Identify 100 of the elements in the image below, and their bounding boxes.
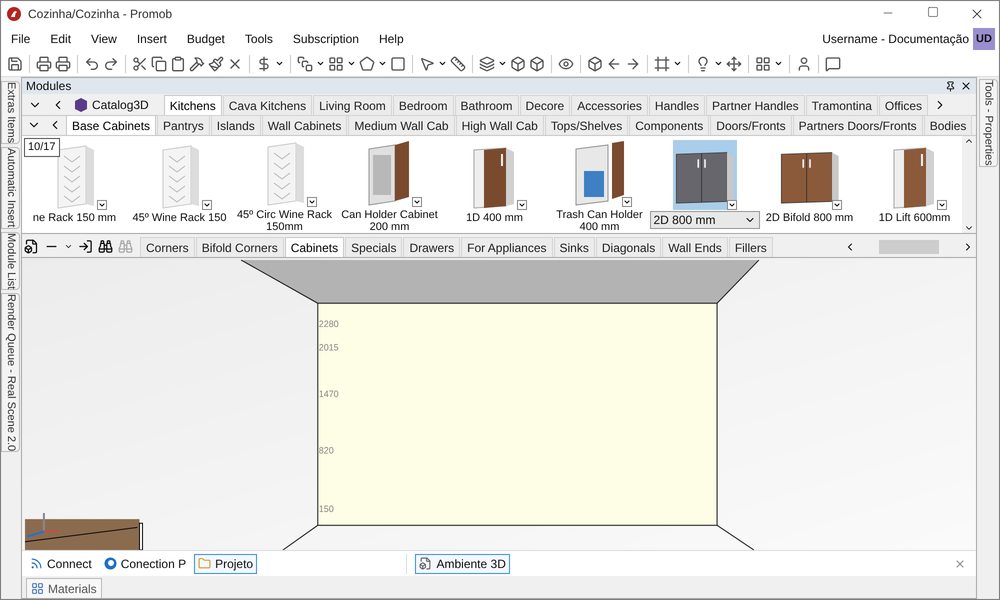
caret-icon[interactable]	[347, 59, 356, 68]
menu-item[interactable]: Insert	[126, 30, 177, 48]
menu-item[interactable]: View	[81, 30, 127, 48]
dock-tab[interactable]: Automatic Insert	[1, 147, 20, 229]
panel-tab[interactable]: Projeto	[194, 554, 258, 574]
layers-icon[interactable]	[479, 56, 495, 72]
save-icon[interactable]	[7, 56, 23, 72]
group-tab[interactable]: Base Cabinets	[66, 115, 156, 135]
hammer-icon[interactable]	[189, 56, 205, 72]
expand-icon[interactable]	[936, 200, 946, 210]
cut-icon[interactable]	[132, 56, 148, 72]
expand-icon[interactable]	[832, 200, 842, 210]
category-tab[interactable]: Tramontina	[806, 95, 878, 115]
menu-item[interactable]: Edit	[40, 30, 82, 48]
dock-tab[interactable]: Module List	[1, 232, 20, 290]
pin-icon[interactable]	[945, 80, 956, 92]
group-tab[interactable]: Pantrys	[157, 115, 210, 135]
module-label[interactable]: 45º Wine Rack 150	[130, 212, 228, 224]
maximize-icon[interactable]	[927, 6, 939, 18]
category-tab[interactable]: Accessories	[571, 95, 648, 115]
module-label[interactable]: 1D Lift 600mm	[876, 212, 952, 224]
subgroup-tab[interactable]: Wall Ends	[662, 237, 728, 257]
category-tab[interactable]: Handles	[648, 95, 705, 115]
close-icon[interactable]	[960, 80, 972, 92]
category-tab[interactable]: Partner Handles	[706, 95, 805, 115]
user-avatar[interactable]: UD	[973, 28, 995, 50]
select-pointer-icon[interactable]	[419, 56, 435, 72]
catalog-name[interactable]: Catalog3D	[92, 96, 159, 114]
group-tab[interactable]: Islands	[210, 115, 261, 135]
expand-icon[interactable]	[202, 200, 212, 210]
bottom-tab[interactable]: Materials	[26, 578, 102, 598]
group-tab[interactable]: Components	[629, 115, 710, 135]
caret-icon[interactable]	[316, 59, 325, 68]
group-tab[interactable]: Doors/Fronts	[710, 115, 792, 135]
layout-icon[interactable]	[755, 56, 771, 72]
category-tab[interactable]: Bathroom	[454, 95, 519, 115]
category-tab[interactable]: Kitchens	[164, 95, 222, 115]
subgroup-tab[interactable]: Diagonals	[596, 237, 662, 257]
expand-icon[interactable]	[622, 197, 632, 207]
expand-icon[interactable]	[96, 200, 106, 210]
chat-icon[interactable]	[825, 56, 841, 72]
caret-icon[interactable]	[275, 59, 284, 68]
panel-tab[interactable]: Connect	[26, 554, 96, 574]
category-tab[interactable]: Offices	[878, 95, 928, 115]
group-icon[interactable]	[297, 56, 313, 72]
enter-icon[interactable]	[78, 238, 93, 254]
copy-icon[interactable]	[151, 56, 167, 72]
module-label[interactable]: ne Rack 150 mm	[30, 212, 118, 224]
cube-3d-icon[interactable]	[529, 56, 545, 72]
expand-icon[interactable]	[412, 197, 422, 207]
dock-tab[interactable]: Extras Items	[1, 81, 20, 144]
module-label[interactable]: 1D 400 mm	[464, 212, 525, 224]
menu-item[interactable]: Tools	[234, 30, 283, 48]
undo-icon[interactable]	[84, 56, 100, 72]
caret-icon[interactable]	[714, 59, 723, 68]
subgroup-tab[interactable]: Bifold Corners	[196, 237, 284, 257]
print-icon[interactable]	[55, 56, 71, 72]
group-tab[interactable]: Partners Doors/Fronts	[792, 115, 923, 135]
group-tab[interactable]: High Wall Cab	[456, 115, 544, 135]
panel-tab[interactable]: Conection P	[100, 554, 190, 574]
expand-icon[interactable]	[306, 197, 316, 207]
caret-icon[interactable]	[774, 59, 783, 68]
group-tab[interactable]: Tops/Shelves	[544, 115, 628, 135]
expand-icon[interactable]	[726, 200, 736, 210]
group-tab[interactable]: Medium Wall Cab	[348, 115, 455, 135]
subgroup-tab[interactable]: Sinks	[554, 237, 595, 257]
scroll-thumb[interactable]	[879, 240, 939, 254]
module-label[interactable]: Can Holder Cabinet 200 mm	[337, 209, 442, 233]
module-label[interactable]: 2D Bifold 800 mm	[764, 212, 856, 224]
box-icon[interactable]	[587, 56, 603, 72]
redo-icon[interactable]	[103, 56, 119, 72]
eye-icon[interactable]	[558, 56, 574, 72]
user-icon[interactable]	[796, 56, 812, 72]
category-tab[interactable]: Living Room	[313, 95, 392, 115]
caret-icon[interactable]	[438, 59, 447, 68]
menu-item[interactable]: Subscription	[282, 30, 369, 48]
document-tab[interactable]: Ambiente 3D	[415, 554, 510, 574]
dock-tab[interactable]: Render Queue - Real Scene 2.0	[1, 292, 20, 452]
category-tab[interactable]: Cava Kitchens	[222, 95, 312, 115]
dock-tab[interactable]: Tools - Properties	[978, 79, 998, 167]
module-select[interactable]: 2D 800 mm	[650, 211, 760, 229]
subgroup-tab[interactable]: Specials	[345, 237, 402, 257]
caret-icon[interactable]	[378, 59, 387, 68]
expand-icon[interactable]	[516, 200, 526, 210]
group-tab[interactable]: Wall Cabinets	[262, 115, 348, 135]
caret-icon[interactable]	[673, 59, 682, 68]
menu-item[interactable]: Help	[368, 30, 414, 48]
modules-icon[interactable]	[328, 56, 344, 72]
module-label[interactable]: Trash Can Holder 400 mm	[547, 209, 652, 233]
paste-icon[interactable]	[170, 56, 186, 72]
category-tab[interactable]: Bedroom	[392, 95, 454, 115]
binoculars-icon[interactable]	[98, 238, 113, 254]
scrollbar[interactable]	[962, 136, 976, 233]
category-tab[interactable]: Decore	[520, 95, 570, 115]
ruler-icon[interactable]	[450, 56, 466, 72]
menu-item[interactable]: File	[1, 30, 40, 48]
caret-icon[interactable]	[498, 59, 507, 68]
subgroup-tab[interactable]: For Appliances	[461, 237, 553, 257]
menu-item[interactable]: Budget	[176, 30, 235, 48]
subgroup-tab[interactable]: Cabinets	[284, 237, 344, 257]
